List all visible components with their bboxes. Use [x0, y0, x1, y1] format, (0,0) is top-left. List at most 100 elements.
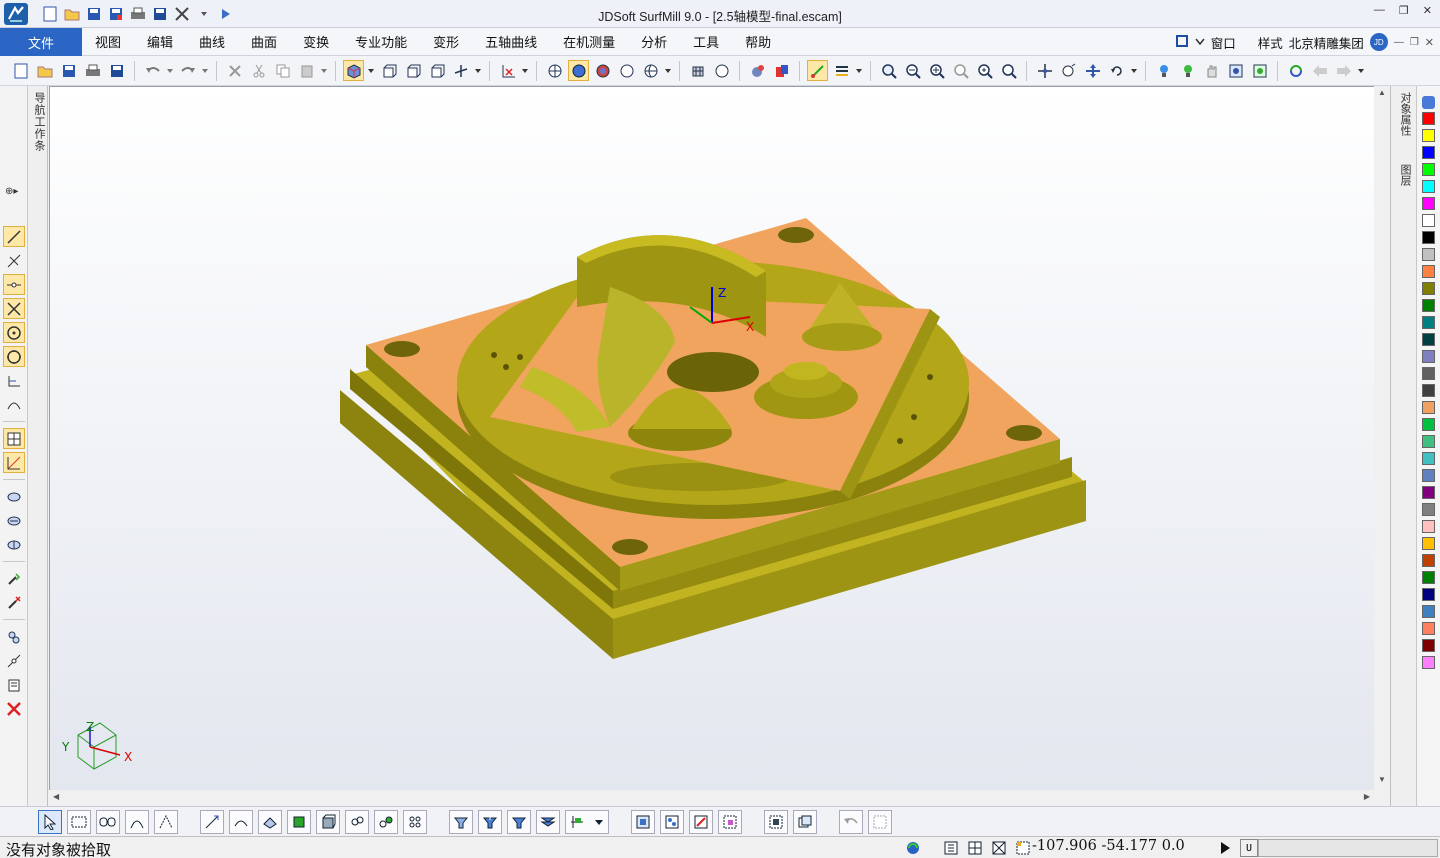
new-icon[interactable] [10, 60, 31, 81]
delete-tool-icon[interactable] [3, 698, 25, 719]
menu-edit[interactable]: 编辑 [134, 28, 186, 56]
chain-tool-icon[interactable] [3, 650, 25, 671]
view-filter-layers-icon[interactable] [536, 809, 560, 834]
extend-tool-icon[interactable] [3, 250, 25, 271]
color-swatch[interactable] [1422, 554, 1435, 567]
copy-icon[interactable] [272, 60, 293, 81]
menu-tools[interactable]: 工具 [680, 28, 732, 56]
layer-points-icon[interactable] [660, 809, 684, 834]
snap-icon[interactable] [807, 60, 828, 81]
pick-add-icon[interactable] [3, 568, 25, 589]
restore-window-icon[interactable]: ❐ [1410, 37, 1419, 48]
color-swatch[interactable] [1422, 452, 1435, 465]
layers-tab[interactable]: 图层 [1397, 164, 1413, 186]
view-filter-icon[interactable] [449, 809, 473, 834]
snap-solid-icon[interactable] [316, 809, 340, 834]
view-filter-plus-icon[interactable] [478, 809, 502, 834]
save-all-icon[interactable] [106, 60, 127, 81]
color-swatch[interactable] [1422, 333, 1435, 346]
chevron-down-icon[interactable] [1130, 60, 1138, 81]
clear-selection-icon[interactable] [868, 809, 892, 834]
part-model[interactable]: Z X Z Y X [50, 87, 1391, 807]
sphere-outline-icon[interactable] [711, 60, 732, 81]
close-icon[interactable]: ✕ [1423, 4, 1432, 17]
status-crosshair-icon[interactable] [966, 839, 984, 857]
close-doc-icon[interactable]: ✕ [1425, 36, 1434, 49]
navigation-workbar-tab[interactable]: 导航工作条 [28, 86, 48, 806]
curve-tool-icon[interactable] [3, 394, 25, 415]
redo-icon[interactable] [177, 60, 198, 81]
print-icon[interactable] [82, 60, 103, 81]
rotate-view-icon[interactable] [1058, 60, 1079, 81]
back-icon[interactable] [1309, 60, 1330, 81]
pick-filter-icon[interactable] [497, 60, 518, 81]
color-swatch[interactable] [1422, 367, 1435, 380]
color-swatch[interactable] [1422, 503, 1435, 516]
surface-tool-icon[interactable] [3, 486, 25, 507]
forward-icon[interactable] [1333, 60, 1354, 81]
color-swatch[interactable] [1422, 146, 1435, 159]
select-arrow-icon[interactable] [38, 809, 62, 834]
hand-icon[interactable] [1201, 60, 1222, 81]
sync-icon[interactable] [904, 839, 922, 857]
chevron-down-icon[interactable] [474, 60, 482, 81]
line-tool-icon[interactable] [3, 226, 25, 247]
snap-green-icon[interactable] [287, 809, 311, 834]
menu-on-machine-measure[interactable]: 在机测量 [550, 28, 628, 56]
view-orientation-cube[interactable]: Z Y X [61, 720, 132, 770]
color-swatch[interactable] [1422, 520, 1435, 533]
color-icon[interactable] [771, 60, 792, 81]
dimension-tool-icon[interactable] [3, 370, 25, 391]
chevron-down-icon[interactable] [521, 60, 529, 81]
color-swatch[interactable] [1422, 656, 1435, 669]
window-menu[interactable]: 窗口 [1211, 33, 1236, 52]
chevron-down-icon[interactable] [1195, 35, 1205, 49]
status-ortho-icon[interactable] [1014, 839, 1032, 857]
3d-viewport[interactable]: Z X Z Y X [49, 86, 1390, 806]
zoom-fit-icon[interactable] [998, 60, 1019, 81]
front-view-icon[interactable] [378, 60, 399, 81]
light-icon[interactable] [1153, 60, 1174, 81]
status-snap-icon[interactable] [990, 839, 1008, 857]
layer-pick-icon[interactable] [718, 809, 742, 834]
menu-file[interactable]: 文件 [0, 28, 82, 56]
color-swatch[interactable] [1422, 265, 1435, 278]
snap-point-icon[interactable] [200, 809, 224, 834]
undo-selection-icon[interactable] [839, 809, 863, 834]
color-swatch[interactable] [1422, 639, 1435, 652]
color-swatch[interactable] [1422, 163, 1435, 176]
zoom-previous-icon[interactable] [950, 60, 971, 81]
zoom-window-icon[interactable] [878, 60, 899, 81]
color-swatch[interactable] [1422, 435, 1435, 448]
color-swatch[interactable] [1422, 282, 1435, 295]
chevron-down-icon[interactable] [320, 60, 328, 81]
render-mode-icon[interactable] [640, 60, 661, 81]
color-swatch[interactable] [1422, 129, 1435, 142]
top-view-icon[interactable] [402, 60, 423, 81]
measure-tool-icon[interactable] [3, 452, 25, 473]
pick-remove-icon[interactable] [3, 592, 25, 613]
circle-tool-icon[interactable] [3, 322, 25, 343]
color-swatch[interactable] [1422, 588, 1435, 601]
align-dropdown[interactable] [565, 809, 609, 834]
paste-icon[interactable] [296, 60, 317, 81]
select-points-icon[interactable] [154, 809, 178, 834]
scroll-down-arrow-icon[interactable]: ▼ [1378, 775, 1386, 784]
color-swatch[interactable] [1422, 350, 1435, 363]
maximize-icon[interactable]: ❐ [1399, 4, 1409, 17]
properties-tab[interactable]: 对象属性 [1397, 92, 1413, 136]
zoom-all-icon[interactable] [974, 60, 995, 81]
select-chain-icon[interactable] [96, 809, 120, 834]
menu-deform[interactable]: 变形 [420, 28, 472, 56]
color-swatch[interactable] [1422, 469, 1435, 482]
pan-icon[interactable] [1034, 60, 1055, 81]
color-swatch[interactable] [1422, 605, 1435, 618]
delete-icon[interactable] [224, 60, 245, 81]
color-swatch[interactable] [1422, 622, 1435, 635]
panel-pin-icon[interactable]: ⊕▸ [5, 186, 18, 197]
color-swatch[interactable] [1422, 418, 1435, 431]
surface-trim-icon[interactable] [3, 534, 25, 555]
scroll-up-arrow-icon[interactable]: ▲ [1378, 88, 1386, 97]
circle-points-tool-icon[interactable] [3, 346, 25, 367]
menu-surface[interactable]: 曲面 [238, 28, 290, 56]
